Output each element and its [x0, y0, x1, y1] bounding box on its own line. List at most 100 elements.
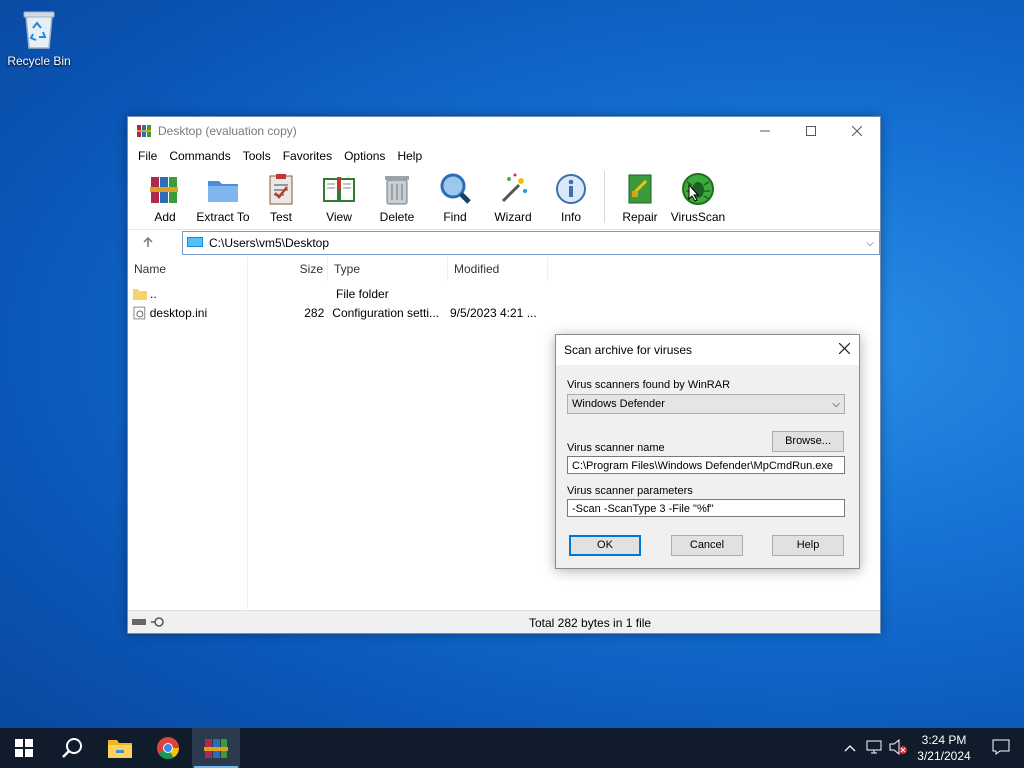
info-label: Info [560, 210, 581, 224]
pane-divider[interactable] [247, 281, 248, 609]
recycle-bin-shortcut[interactable]: Recycle Bin [4, 6, 74, 68]
file-name: .. [150, 286, 157, 301]
test-clipboard-icon [269, 174, 293, 205]
address-field[interactable]: C:\Users\vm5\Desktop ⌵ [182, 231, 880, 255]
status-bar: Total 282 bytes in 1 file [128, 610, 880, 633]
window-title: Desktop (evaluation copy) [158, 124, 297, 138]
menu-bar: File Commands Tools Favorites Options He… [128, 145, 880, 167]
menu-favorites[interactable]: Favorites [277, 149, 338, 163]
start-button[interactable] [0, 728, 48, 768]
file-explorer-icon [108, 740, 132, 758]
close-button[interactable] [834, 117, 880, 145]
file-type: File folder [336, 286, 389, 301]
extract-to-label: Extract To [196, 210, 250, 224]
maximize-button[interactable] [788, 117, 834, 145]
repair-icon [628, 174, 652, 204]
help-button[interactable]: Help [772, 535, 844, 556]
column-headers: Name Size Type Modified [128, 257, 880, 281]
clock-time: 3:24 PM [921, 733, 967, 747]
recycle-bin-label: Recycle Bin [7, 54, 71, 68]
repair-label: Repair [622, 210, 658, 224]
show-hidden-icons-chevron-icon[interactable] [838, 741, 862, 755]
system-tray: 3:24 PM 3/21/2024 [838, 728, 1024, 768]
status-text: Total 282 bytes in 1 file [529, 616, 652, 630]
delete-button[interactable]: Delete [368, 167, 426, 224]
browse-button[interactable]: Browse... [772, 431, 844, 452]
delete-label: Delete [379, 210, 415, 224]
menu-tools[interactable]: Tools [237, 149, 277, 163]
toolbar-separator [604, 171, 605, 223]
folder-icon [133, 288, 147, 300]
winrar-taskbar-button[interactable] [192, 728, 240, 768]
up-arrow-icon [143, 236, 153, 247]
toolbar: Add Extract To Test View Delete Find Wiz… [128, 167, 880, 230]
taskbar: 3:24 PM 3/21/2024 [0, 728, 1024, 768]
wizard-button[interactable]: Wizard [484, 167, 542, 224]
drive-key-icon[interactable] [132, 615, 172, 629]
file-modified: 9/5/2023 4:21 ... [449, 305, 537, 320]
extract-folder-icon [208, 181, 238, 202]
up-folder-button[interactable] [128, 235, 168, 251]
view-book-icon [323, 177, 355, 202]
column-name[interactable]: Name [128, 257, 248, 281]
notifications-button[interactable] [978, 739, 1024, 758]
maximize-icon [806, 126, 816, 136]
file-explorer-button[interactable] [96, 728, 144, 768]
file-type: Configuration setti... [332, 305, 440, 320]
menu-help[interactable]: Help [391, 149, 428, 163]
chevron-down-icon: ⌵ [832, 399, 840, 410]
extract-to-button[interactable]: Extract To [194, 167, 252, 224]
title-bar[interactable]: Desktop (evaluation copy) [128, 117, 880, 145]
scan-dialog: Scan archive for viruses Virus scanners … [555, 334, 860, 569]
find-button[interactable]: Find [426, 167, 484, 224]
desktop-folder-icon [187, 237, 203, 247]
menu-options[interactable]: Options [338, 149, 391, 163]
chrome-icon [157, 737, 179, 759]
notification-icon [992, 739, 1010, 755]
file-name: desktop.ini [149, 305, 208, 320]
find-label: Find [443, 210, 467, 224]
ok-button[interactable]: OK [569, 535, 641, 556]
scanner-name-field[interactable]: C:\Program Files\Windows Defender\MpCmdR… [567, 456, 845, 474]
column-modified[interactable]: Modified [448, 257, 548, 281]
mouse-cursor-icon [688, 184, 700, 202]
file-row[interactable]: desktop.ini 282 Configuration setti... 9… [128, 303, 548, 322]
winrar-icon [204, 739, 228, 758]
scanner-params-field[interactable]: -Scan -ScanType 3 -File "%f" [567, 499, 845, 517]
clock[interactable]: 3:24 PM 3/21/2024 [910, 732, 978, 764]
column-size[interactable]: Size [248, 257, 328, 281]
scanners-label: Virus scanners found by WinRAR [567, 379, 731, 391]
scanner-select[interactable]: Windows Defender ⌵ [567, 394, 845, 414]
scanner-selected-value: Windows Defender [572, 398, 665, 410]
scanner-params-label: Virus scanner parameters [567, 485, 693, 497]
file-row[interactable]: .. File folder [128, 284, 548, 303]
info-button[interactable]: Info [542, 167, 600, 224]
dialog-title-bar[interactable]: Scan archive for viruses [556, 335, 859, 365]
volume-muted-icon[interactable] [886, 738, 910, 758]
virusscan-label: VirusScan [670, 210, 726, 224]
windows-logo-icon [15, 739, 33, 757]
recycle-bin-icon [21, 8, 57, 50]
wizard-wand-icon [501, 173, 527, 203]
view-button[interactable]: View [310, 167, 368, 224]
config-file-icon [133, 306, 146, 319]
dialog-title: Scan archive for viruses [564, 343, 693, 357]
repair-button[interactable]: Repair [611, 167, 669, 224]
network-icon[interactable] [862, 740, 886, 757]
close-icon [852, 126, 862, 136]
add-button[interactable]: Add [136, 167, 194, 224]
find-magnifier-icon [440, 173, 471, 204]
file-size: 282 [304, 305, 325, 320]
winrar-app-icon [137, 125, 151, 137]
address-dropdown-chevron-icon[interactable]: ⌵ [861, 238, 879, 249]
menu-commands[interactable]: Commands [163, 149, 236, 163]
test-button[interactable]: Test [252, 167, 310, 224]
chrome-button[interactable] [144, 728, 192, 768]
dialog-close-button[interactable] [829, 341, 859, 359]
search-button[interactable] [48, 728, 96, 768]
menu-file[interactable]: File [132, 149, 163, 163]
column-type[interactable]: Type [328, 257, 448, 281]
cancel-button[interactable]: Cancel [671, 535, 743, 556]
test-label: Test [269, 210, 292, 224]
minimize-button[interactable] [742, 117, 788, 145]
